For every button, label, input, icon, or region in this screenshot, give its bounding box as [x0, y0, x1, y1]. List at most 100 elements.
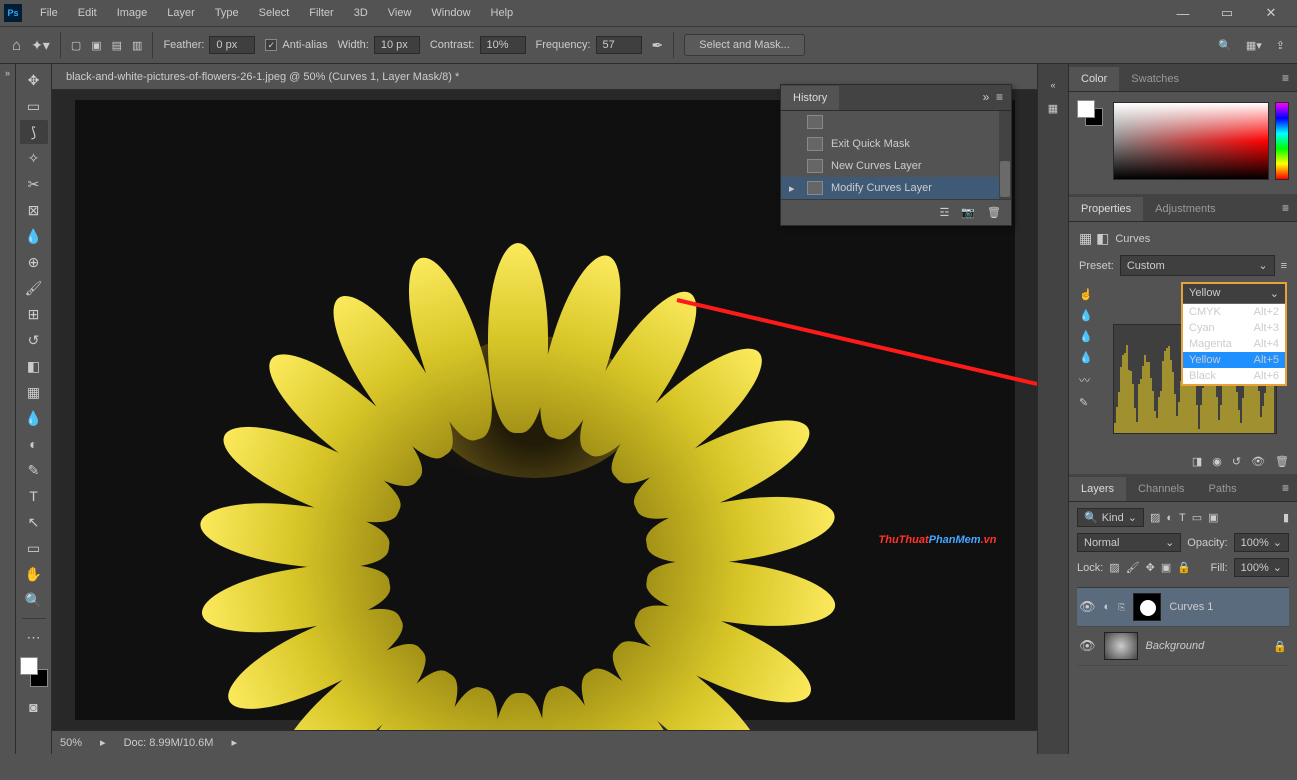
history-item[interactable]: Exit Quick Mask	[781, 133, 1011, 155]
pen-tool-icon[interactable]: ✎	[20, 458, 48, 482]
panel-menu-icon[interactable]: ≡	[1281, 260, 1287, 272]
opacity-input[interactable]: 100% ⌄	[1234, 533, 1289, 552]
panel-menu-icon[interactable]: ≡	[1274, 195, 1297, 221]
channel-dropdown[interactable]: Yellow⌄ CMYKAlt+2 CyanAlt+3 MagentaAlt+4…	[1181, 282, 1287, 386]
lock-artboard-icon[interactable]: ▣	[1161, 561, 1171, 574]
history-item[interactable]	[781, 111, 1011, 133]
eraser-tool-icon[interactable]: ◧	[20, 354, 48, 378]
collapse-icon[interactable]: » ≡	[975, 84, 1011, 110]
menu-view[interactable]: View	[378, 3, 422, 23]
white-point-eyedropper-icon[interactable]: 💧	[1079, 351, 1093, 364]
home-icon[interactable]: ⌂	[12, 37, 21, 54]
curve-edit-icon[interactable]: 〰	[1079, 372, 1093, 388]
menu-window[interactable]: Window	[421, 3, 480, 23]
targeted-adjustment-icon[interactable]: ☝	[1079, 288, 1093, 301]
tab-adjustments[interactable]: Adjustments	[1143, 197, 1228, 221]
history-brush-tool-icon[interactable]: ↺	[20, 328, 48, 352]
visibility-icon[interactable]: 👁	[1079, 638, 1096, 654]
snapshot-icon[interactable]: 📷	[961, 206, 975, 219]
color-spectrum[interactable]	[1113, 102, 1269, 180]
chevron-right-icon[interactable]: ▸	[100, 736, 106, 749]
lasso-tool-icon[interactable]: ⟆	[20, 120, 48, 144]
new-selection-icon[interactable]: ▢	[71, 39, 81, 52]
lock-position-icon[interactable]: ✥	[1146, 561, 1155, 574]
foreground-color-swatch[interactable]	[20, 657, 38, 675]
blend-mode-select[interactable]: Normal⌄	[1077, 533, 1181, 552]
close-button[interactable]: ✕	[1249, 0, 1293, 26]
menu-file[interactable]: File	[30, 3, 68, 23]
brush-tool-icon[interactable]: 🖌	[20, 276, 48, 300]
gradient-tool-icon[interactable]: ▦	[20, 380, 48, 404]
filter-type-icon[interactable]: T	[1179, 512, 1186, 524]
magic-wand-tool-icon[interactable]: ✧	[20, 146, 48, 170]
menu-layer[interactable]: Layer	[157, 3, 205, 23]
dropdown-item-cyan[interactable]: CyanAlt+3	[1183, 320, 1285, 336]
intersect-selection-icon[interactable]: ▥	[132, 39, 142, 52]
type-tool-icon[interactable]: T	[20, 484, 48, 508]
rectangle-tool-icon[interactable]: ▭	[20, 536, 48, 560]
panel-menu-icon[interactable]: ≡	[1274, 65, 1297, 91]
chevron-right-icon[interactable]: ▸	[231, 736, 237, 749]
history-item[interactable]: ▸Modify Curves Layer	[781, 177, 1011, 199]
select-and-mask-button[interactable]: Select and Mask...	[684, 34, 805, 56]
visibility-icon[interactable]: 👁	[1079, 599, 1096, 615]
minimize-button[interactable]: ―	[1161, 0, 1205, 26]
panel-icon[interactable]: ▦	[1048, 102, 1058, 115]
clone-stamp-tool-icon[interactable]: ⊞	[20, 302, 48, 326]
subtract-selection-icon[interactable]: ▤	[112, 39, 122, 52]
menu-edit[interactable]: Edit	[68, 3, 107, 23]
pencil-edit-icon[interactable]: ✎	[1079, 396, 1093, 409]
tab-channels[interactable]: Channels	[1126, 477, 1196, 501]
filter-pixel-icon[interactable]: ▨	[1150, 511, 1160, 524]
frequency-input[interactable]	[596, 36, 642, 54]
color-swatch-pair[interactable]	[1077, 100, 1103, 126]
tab-color[interactable]: Color	[1069, 67, 1119, 91]
dropdown-item-yellow[interactable]: YellowAlt+5	[1183, 352, 1285, 368]
tool-preset-icon[interactable]: ✦▾	[31, 37, 50, 54]
filter-smart-icon[interactable]: ▣	[1208, 511, 1218, 524]
tab-paths[interactable]: Paths	[1197, 477, 1249, 501]
history-item[interactable]: New Curves Layer	[781, 155, 1011, 177]
layer-name[interactable]: Curves 1	[1169, 601, 1213, 613]
dropdown-item-black[interactable]: BlackAlt+6	[1183, 368, 1285, 384]
layer-item[interactable]: 👁 ◐ ⎘ Curves 1	[1077, 588, 1289, 627]
reset-icon[interactable]: ↺	[1232, 455, 1241, 468]
lock-transparency-icon[interactable]: ▨	[1109, 561, 1119, 574]
scrollbar[interactable]	[999, 111, 1011, 199]
delete-icon[interactable]: 🗑	[1275, 455, 1289, 468]
eyedropper-tool-icon[interactable]: 💧	[20, 224, 48, 248]
feather-input[interactable]	[209, 36, 255, 54]
filter-adjustment-icon[interactable]: ◐	[1166, 512, 1173, 524]
frame-tool-icon[interactable]: ⊠	[20, 198, 48, 222]
channel-select[interactable]: Yellow⌄	[1183, 284, 1285, 304]
clip-to-layer-icon[interactable]: ◨	[1192, 455, 1202, 468]
healing-brush-tool-icon[interactable]: ⊕	[20, 250, 48, 274]
gray-point-eyedropper-icon[interactable]: 💧	[1079, 330, 1093, 343]
quick-mask-icon[interactable]: ◙	[20, 695, 48, 719]
dodge-tool-icon[interactable]: ◐	[20, 432, 48, 456]
tab-swatches[interactable]: Swatches	[1119, 67, 1191, 91]
visibility-icon[interactable]: 👁	[1251, 455, 1265, 468]
tab-layers[interactable]: Layers	[1069, 477, 1126, 501]
maximize-button[interactable]: ▭	[1205, 0, 1249, 26]
add-selection-icon[interactable]: ▣	[91, 39, 101, 52]
marquee-tool-icon[interactable]: ▭	[20, 94, 48, 118]
black-point-eyedropper-icon[interactable]: 💧	[1079, 309, 1093, 322]
zoom-tool-icon[interactable]: 🔍	[20, 588, 48, 612]
arrange-documents-icon[interactable]: ▦▾	[1246, 39, 1262, 52]
hue-slider[interactable]	[1275, 102, 1289, 180]
foreground-swatch[interactable]	[1077, 100, 1095, 118]
menu-help[interactable]: Help	[481, 3, 524, 23]
panel-menu-icon[interactable]: ≡	[1274, 475, 1297, 501]
layer-mask-thumbnail[interactable]	[1133, 593, 1161, 621]
blur-tool-icon[interactable]: 💧	[20, 406, 48, 430]
fill-input[interactable]: 100% ⌄	[1234, 558, 1289, 577]
layer-thumbnail[interactable]	[1104, 632, 1138, 660]
contrast-input[interactable]	[480, 36, 526, 54]
dropdown-item-magenta[interactable]: MagentaAlt+4	[1183, 336, 1285, 352]
share-icon[interactable]: ⇪	[1276, 39, 1285, 52]
antialias-checkbox[interactable]: ✓	[265, 39, 277, 51]
layer-name[interactable]: Background	[1146, 640, 1205, 652]
pen-pressure-icon[interactable]: ✒	[652, 37, 664, 54]
delete-icon[interactable]: 🗑	[987, 206, 1001, 219]
